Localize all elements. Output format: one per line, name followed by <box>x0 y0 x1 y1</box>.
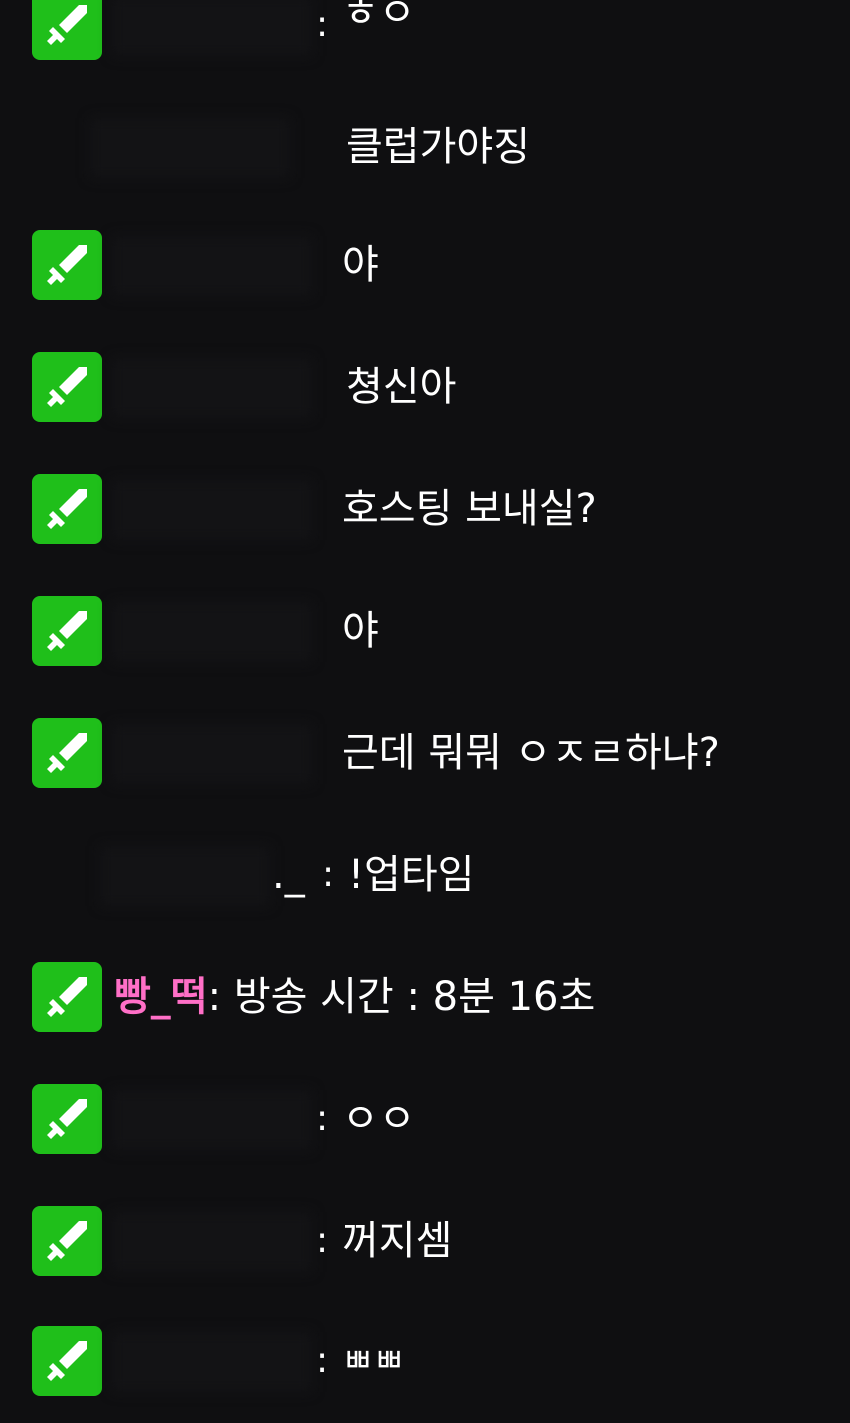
message-separator: : <box>316 1220 329 1261</box>
redacted-username <box>112 480 312 540</box>
sword-badge-icon <box>32 718 102 788</box>
message-separator: : <box>316 1340 329 1381</box>
chat-message: : ㅇㅇ <box>0 1080 850 1160</box>
message-text: ㅎㅇ <box>342 0 416 36</box>
redacted-username <box>112 1212 312 1272</box>
redacted-username <box>112 724 312 784</box>
message-text: 쳥신아 <box>346 364 457 410</box>
message-text: 꺼지셈 <box>342 1218 453 1264</box>
chat-log: : ㅎㅇ 클럽가야징 야 쳥신아 호스팅 보내실? 야 근데 뭐뭐 ㅇㅈㄹ하냐?… <box>0 0 850 1423</box>
sword-badge-icon <box>32 0 102 60</box>
message-text: !업타임 <box>348 852 475 898</box>
message-text: ㅇㅇ <box>342 1096 416 1142</box>
chat-message: : ㅃㅃ <box>0 1322 850 1402</box>
sword-badge-icon <box>32 962 102 1032</box>
chat-message: ._ : !업타임 <box>0 836 850 916</box>
sword-badge-icon <box>32 1084 102 1154</box>
message-text: 클럽가야징 <box>346 124 530 170</box>
message-text: 호스팅 보내실? <box>342 486 597 532</box>
chat-message: 빵_떡: 방송 시간 : 8분 16초 <box>0 958 850 1038</box>
redacted-username <box>100 846 270 906</box>
sword-badge-icon <box>32 474 102 544</box>
chat-message: : ㅎㅇ <box>0 0 850 66</box>
message-text: 방송 시간 : 8분 16초 <box>233 974 596 1020</box>
sword-badge-icon <box>32 1326 102 1396</box>
chat-message: 호스팅 보내실? <box>0 470 850 550</box>
message-text: 야 <box>342 608 379 654</box>
chat-message: 야 <box>0 592 850 672</box>
message-separator: : <box>207 974 222 1020</box>
message-text: 근데 뭐뭐 ㅇㅈㄹ하냐? <box>342 730 720 776</box>
redacted-username <box>112 0 312 56</box>
sword-badge-icon <box>32 352 102 422</box>
redacted-username <box>112 236 312 296</box>
sword-badge-icon <box>32 1206 102 1276</box>
chat-message: 근데 뭐뭐 ㅇㅈㄹ하냐? <box>0 714 850 794</box>
message-text: 야 <box>342 242 379 288</box>
username-tail: ._ <box>272 852 305 898</box>
message-separator: : <box>316 4 329 45</box>
redacted-username <box>112 602 312 662</box>
message-separator: : <box>316 1098 329 1139</box>
redacted-username <box>112 1332 312 1392</box>
chat-message: : 꺼지셈 <box>0 1202 850 1282</box>
redacted-username <box>112 1090 312 1150</box>
chat-message: 클럽가야징 <box>0 108 850 188</box>
message-line: 빵_떡: 방송 시간 : 8분 16초 <box>114 970 595 1024</box>
redacted-username <box>112 358 312 418</box>
message-text: ㅃㅃ <box>342 1341 405 1381</box>
redacted-username <box>90 118 290 178</box>
username[interactable]: 빵_떡 <box>114 974 208 1020</box>
message-separator: : <box>322 854 335 895</box>
sword-badge-icon <box>32 230 102 300</box>
chat-message: 쳥신아 <box>0 348 850 428</box>
chat-message: 야 <box>0 226 850 306</box>
sword-badge-icon <box>32 596 102 666</box>
